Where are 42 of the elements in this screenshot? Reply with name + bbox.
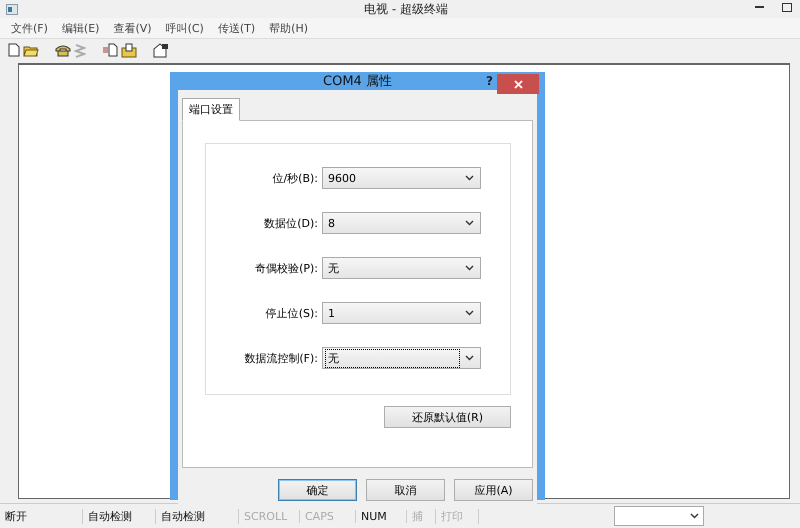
- field-label: 数据流控制(F):: [243, 350, 319, 366]
- close-button[interactable]: [497, 74, 539, 94]
- field-label: 数据位(D):: [263, 216, 319, 230]
- chevron-down-icon: [465, 175, 474, 181]
- dialog-button[interactable]: 确定: [278, 479, 357, 501]
- telephone-icon[interactable]: [55, 44, 71, 56]
- send-file-icon[interactable]: [102, 43, 118, 57]
- dialog-title: COM4 属性: [323, 73, 392, 90]
- field-label: 奇偶校验(P):: [254, 260, 319, 276]
- app-icon: [6, 4, 18, 14]
- dialog-button[interactable]: 应用(A): [454, 479, 533, 501]
- chevron-down-icon: [690, 513, 699, 519]
- tab[interactable]: 端口设置: [182, 98, 240, 121]
- status-cell: 断开: [0, 508, 83, 524]
- field-label: 位/秒(B):: [271, 170, 319, 186]
- dialog-button[interactable]: 取消: [366, 479, 445, 501]
- menu-item[interactable]: 传送(T): [212, 20, 260, 36]
- close-icon: [514, 80, 522, 88]
- chevron-down-icon: [465, 220, 474, 226]
- chevron-down-icon: [465, 265, 474, 271]
- dropdown-field[interactable]: 无: [322, 347, 481, 369]
- dropdown-field[interactable]: 1: [322, 302, 481, 324]
- menu-item[interactable]: 编辑(E): [56, 20, 104, 36]
- field-label: 停止位(S):: [264, 306, 319, 320]
- chevron-down-icon: [465, 355, 474, 361]
- window-title: 电视 - 超级终端: [364, 0, 448, 18]
- menu-item[interactable]: 查看(V): [108, 20, 157, 36]
- status-cell: 自动检测: [83, 508, 156, 524]
- menu-item[interactable]: 文件(F): [6, 20, 53, 36]
- menu-item[interactable]: 帮助(H): [264, 20, 314, 36]
- chevron-down-icon: [465, 310, 474, 316]
- dropdown-field[interactable]: 8: [322, 212, 481, 234]
- properties-icon[interactable]: [153, 42, 169, 58]
- dropdown-field[interactable]: 9600: [322, 167, 481, 189]
- open-folder-icon[interactable]: [23, 44, 39, 56]
- help-button[interactable]: ?: [486, 74, 493, 88]
- menu-item[interactable]: 呼叫(C): [160, 20, 209, 36]
- dropdown-field[interactable]: 无: [322, 257, 481, 279]
- new-document-icon[interactable]: [8, 43, 20, 57]
- restore-defaults-button[interactable]: 还原默认值(R): [384, 406, 511, 428]
- maximize-icon[interactable]: [782, 2, 792, 12]
- receive-file-icon[interactable]: [121, 42, 137, 58]
